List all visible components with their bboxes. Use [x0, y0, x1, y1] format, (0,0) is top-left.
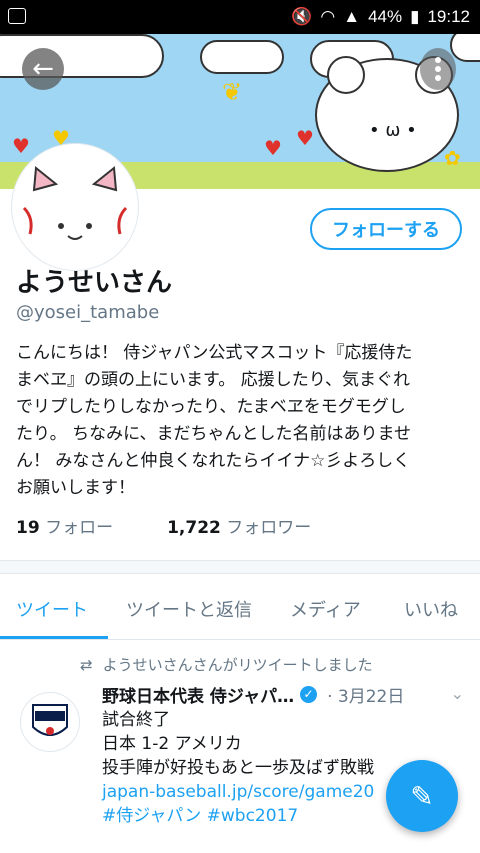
more-vertical-icon — [435, 57, 441, 81]
retweet-text: ようせいさんさんがリツイートしました — [102, 656, 373, 674]
bio-line: お願いします！ — [16, 478, 135, 498]
tab-likes[interactable]: いいね — [404, 596, 458, 622]
bio-line: まベヱ』の頭の上にいます。 応援したり、気まぐれ — [16, 370, 411, 390]
followers-label: フォロワー — [226, 518, 312, 538]
arrow-left-icon: ← — [32, 54, 54, 84]
compose-feather-icon: ✎ — [410, 779, 434, 813]
tweet-date: · 3月22日 — [327, 687, 405, 707]
tab-tweets-and-replies[interactable]: ツイートと返信 — [126, 596, 252, 622]
cloud-image — [200, 40, 284, 74]
tweet-line: 試合終了 — [102, 710, 170, 730]
more-options-button[interactable] — [420, 48, 456, 90]
following-label: フォロー — [45, 518, 114, 538]
butterfly-decoration: ❦ — [222, 78, 243, 106]
battery-level: 44% — [368, 7, 403, 26]
tweet-author-avatar[interactable] — [20, 692, 80, 752]
active-tab-indicator — [0, 636, 108, 639]
following-link[interactable]: 19 フォロー — [16, 513, 113, 538]
followers-count: 1,722 — [167, 518, 221, 538]
signal-icon: ▲ — [343, 7, 361, 26]
follow-button[interactable]: フォローする — [310, 208, 462, 250]
profile-bio: こんにちは！ 侍ジャパン公式マスコット『応援侍た まベヱ』の頭の上にいます。 応… — [16, 340, 466, 502]
battery-icon: ▮ — [410, 7, 420, 26]
chevron-down-icon[interactable]: ⌄ — [451, 684, 464, 703]
profile-tabs: ツイート ツイートと返信 メディア いいね — [0, 574, 480, 640]
samurai-japan-logo — [32, 704, 68, 736]
mute-icon: 🔇 — [291, 7, 313, 26]
profile-name: ようせいさん — [16, 268, 173, 298]
profile-avatar[interactable] — [12, 144, 138, 270]
flower-decoration: ♥ — [296, 126, 314, 150]
profile-handle: @yosei_tamabe — [16, 302, 160, 323]
app-notification-icon — [8, 8, 26, 24]
tweet-line: 日本 1-2 アメリカ — [102, 734, 242, 754]
back-button[interactable]: ← — [22, 48, 64, 90]
section-divider — [0, 560, 480, 574]
bio-line: たり。 ちなみに、まだちゃんとした名前はありませ — [16, 424, 412, 444]
following-count: 19 — [16, 518, 40, 538]
compose-tweet-button[interactable]: ✎ — [386, 760, 458, 832]
bio-line: でリプしたりしなかったり、たまベヱをモグモグし — [16, 397, 406, 417]
flower-decoration: ♥ — [12, 134, 30, 158]
tweet-header: 野球日本代表 侍ジャパ… ✓ · 3月22日 ⌄ — [102, 682, 472, 707]
flower-decoration: ♥ — [264, 136, 282, 160]
followers-link[interactable]: 1,722 フォロワー — [167, 513, 311, 538]
tab-media[interactable]: メディア — [290, 596, 361, 622]
retweet-notice: ⇄ ようせいさんさんがリツイートしました — [80, 654, 373, 675]
bio-line: こんにちは！ 侍ジャパン公式マスコット『応援侍た — [16, 343, 413, 363]
retweet-icon: ⇄ — [80, 655, 93, 674]
status-bar: 🔇 ◠ ▲ 44% ▮ 19:12 — [0, 0, 480, 34]
tweet-author-name[interactable]: 野球日本代表 侍ジャパ… — [102, 682, 294, 707]
tab-tweets[interactable]: ツイート — [16, 596, 88, 622]
clock: 19:12 — [427, 7, 470, 26]
verified-icon: ✓ — [300, 686, 318, 703]
bio-line: ん！ みなさんと仲良くなれたらイイナ☆彡よろしく — [16, 451, 411, 471]
wifi-icon: ◠ — [320, 7, 336, 26]
avatar-image — [21, 159, 129, 266]
flower-decoration: ✿ — [444, 146, 461, 170]
profile-stats: 19 フォロー 1,722 フォロワー — [16, 513, 311, 538]
